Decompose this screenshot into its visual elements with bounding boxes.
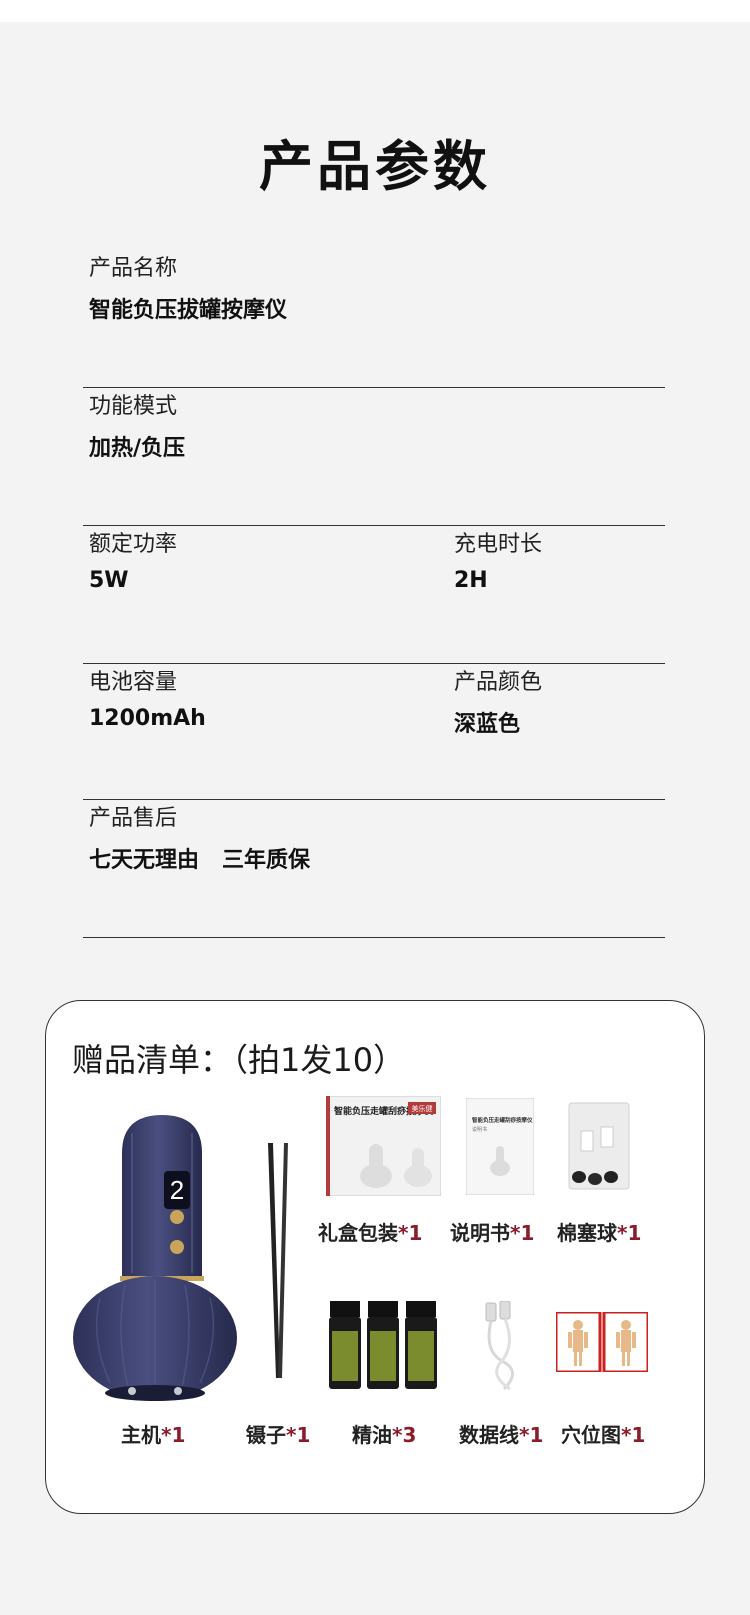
gift-box-brand: 美乐健	[412, 1104, 433, 1113]
essential-oil-image	[329, 1301, 437, 1389]
param-label: 功能模式	[89, 394, 178, 419]
gift-caption-oil: 精油*3	[352, 1419, 416, 1448]
gift-qty: *1	[510, 1221, 535, 1245]
gift-qty: *1	[161, 1423, 186, 1447]
param-row-service: 产品售后 七天无理由 三年质保	[83, 800, 665, 938]
manual-title: 智能负压走罐刮痧按摩仪	[472, 1116, 533, 1124]
param-row-battery-color: 电池容量 1200mAh 产品颜色 深蓝色	[83, 664, 665, 800]
gift-caption-manual: 说明书*1	[450, 1217, 534, 1246]
param-value: 七天无理由 三年质保	[89, 848, 310, 873]
page-title: 产品参数	[259, 135, 491, 198]
param-label: 电池容量	[89, 670, 178, 695]
param-label: 产品售后	[89, 806, 178, 831]
gift-caption-device: 主机*1	[121, 1419, 185, 1448]
manual-image: 智能负压走罐刮痧按摩仪 说明书	[466, 1098, 534, 1195]
manual-sub: 说明书	[472, 1126, 487, 1133]
gift-qty: *1	[621, 1423, 646, 1447]
gift-qty: *1	[286, 1423, 311, 1447]
product-params-page: 产品参数 产品名称 智能负压拔罐按摩仪 功能模式 加热/负压 额定功率 5W 充…	[0, 22, 750, 1615]
param-value: 1200mAh	[89, 706, 206, 731]
param-label: 产品颜色	[454, 670, 543, 695]
gift-qty: *3	[392, 1423, 417, 1447]
param-value: 5W	[89, 568, 129, 593]
gift-name: 主机	[121, 1423, 161, 1447]
device-display-digit: 2	[170, 1175, 184, 1205]
param-label: 产品名称	[89, 256, 178, 281]
gift-qty: *1	[617, 1221, 642, 1245]
param-value: 2H	[454, 568, 488, 593]
gift-caption-cable: 数据线*1	[459, 1419, 543, 1448]
param-value: 智能负压拔罐按摩仪	[89, 298, 288, 323]
gift-caption-tweezers: 镊子*1	[246, 1419, 310, 1448]
gift-caption-cotton: 棉塞球*1	[557, 1217, 641, 1246]
gift-caption-acupoint: 穴位图*1	[561, 1419, 645, 1448]
param-label: 充电时长	[454, 532, 543, 557]
gift-name: 精油	[352, 1423, 392, 1447]
gift-list-card: 赠品清单：（拍1发10） 2 智能负压走罐刮痧按摩仪 美乐健 智能负压走罐刮痧按…	[45, 1000, 705, 1514]
tweezers-image	[268, 1143, 288, 1378]
gift-name: 穴位图	[561, 1423, 621, 1447]
param-row-mode: 功能模式 加热/负压	[83, 388, 665, 526]
acupoint-chart-image	[556, 1312, 648, 1372]
device-image: 2	[73, 1115, 237, 1401]
gift-caption-box: 礼盒包装*1	[318, 1217, 422, 1246]
param-value: 加热/负压	[89, 436, 186, 461]
gift-name: 数据线	[459, 1423, 519, 1447]
gift-qty: *1	[398, 1221, 423, 1245]
gift-name: 棉塞球	[557, 1221, 617, 1245]
param-row-power-charge: 额定功率 5W 充电时长 2H	[83, 526, 665, 664]
gift-name: 镊子	[246, 1423, 286, 1447]
gift-name: 礼盒包装	[318, 1221, 398, 1245]
gift-qty: *1	[519, 1423, 544, 1447]
param-value: 深蓝色	[454, 712, 521, 737]
cotton-balls-image	[568, 1102, 630, 1190]
data-cable-image	[485, 1301, 514, 1391]
gift-list-title: 赠品清单：（拍1发10）	[72, 1041, 406, 1079]
gift-name: 说明书	[450, 1221, 510, 1245]
gift-box-image: 智能负压走罐刮痧按摩仪 美乐健	[326, 1096, 441, 1196]
param-row-name: 产品名称 智能负压拔罐按摩仪	[83, 250, 665, 388]
param-label: 额定功率	[89, 532, 178, 557]
